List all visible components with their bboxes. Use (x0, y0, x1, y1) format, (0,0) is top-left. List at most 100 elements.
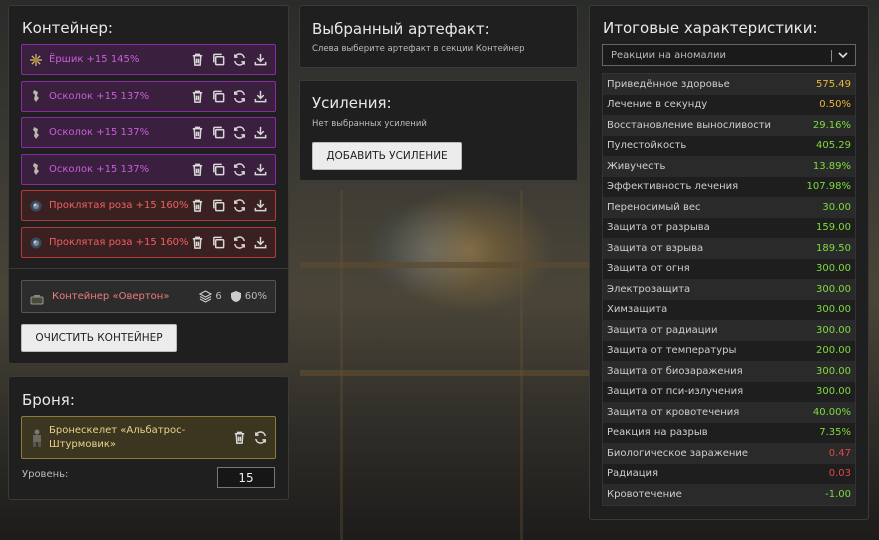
replace-icon[interactable] (253, 430, 268, 445)
divider (9, 268, 288, 269)
copy-icon[interactable] (211, 162, 226, 177)
artifact-row[interactable]: Осколок +15 137% (21, 153, 276, 185)
copy-icon[interactable] (211, 125, 226, 140)
delete-icon[interactable] (190, 198, 205, 213)
artifact-name: Осколок +15 137% (49, 163, 150, 175)
stat-label: Электрозащита (607, 283, 691, 295)
stat-row: Защита от огня 300.00 (603, 258, 855, 279)
stat-label: Защита от биозаражения (607, 365, 743, 377)
download-icon[interactable] (253, 52, 268, 67)
stat-value: 29.16% (812, 119, 851, 131)
container-item[interactable]: Контейнер «Овертон» 6 60% (21, 280, 276, 313)
selected-artifact-title: Выбранный артефакт: (312, 20, 490, 38)
stat-value: 107.98% (806, 181, 852, 193)
stat-row: Защита от пси-излучения 300.00 (603, 381, 855, 402)
replace-icon[interactable] (232, 235, 247, 250)
stat-value: 0.47 (828, 447, 851, 459)
boosts-panel: Усиления: Нет выбранных усилений ДОБАВИТ… (299, 80, 578, 181)
level-label: Уровень: (22, 469, 69, 480)
protection-value: 60% (244, 291, 267, 302)
download-icon[interactable] (253, 235, 268, 250)
stat-value: 189.50 (816, 242, 851, 254)
download-icon[interactable] (253, 89, 268, 104)
stat-label: Биологическое заражение (607, 447, 749, 459)
chevron-down-icon (836, 48, 850, 62)
stat-label: Защита от разрыва (607, 222, 710, 234)
stat-value: 300.00 (816, 386, 851, 398)
stat-row: Электрозащита 300.00 (603, 279, 855, 300)
stat-value: 30.00 (822, 201, 851, 213)
urchin-artifact-icon (29, 53, 43, 67)
stat-row: Биологическое заражение 0.47 (603, 443, 855, 464)
replace-icon[interactable] (232, 198, 247, 213)
shard-artifact-icon (29, 126, 43, 140)
slots-value: 6 (215, 291, 222, 302)
stat-label: Переносимый вес (607, 201, 701, 213)
selected-artifact-panel: Выбранный артефакт: Слева выберите артеф… (299, 5, 578, 68)
add-boost-button[interactable]: ДОБАВИТЬ УСИЛЕНИЕ (312, 142, 462, 170)
container-slots: 6 (199, 290, 222, 303)
background-shelf (300, 262, 590, 268)
level-input[interactable] (217, 467, 275, 488)
artifact-row[interactable]: Осколок +15 137% (21, 80, 276, 112)
replace-icon[interactable] (232, 125, 247, 140)
stat-value: 300.00 (816, 365, 851, 377)
stat-value: 159.00 (816, 222, 851, 234)
delete-icon[interactable] (232, 430, 247, 445)
artifact-row[interactable]: Ёршик +15 145% (21, 44, 276, 75)
container-icon (30, 291, 44, 304)
delete-icon[interactable] (190, 89, 205, 104)
stat-row: Защита от биозаражения 300.00 (603, 361, 855, 382)
stat-row: Переносимый вес 30.00 (603, 197, 855, 218)
replace-icon[interactable] (232, 89, 247, 104)
stat-label: Защита от кровотечения (607, 406, 740, 418)
boosts-title: Усиления: (312, 94, 392, 112)
delete-icon[interactable] (190, 162, 205, 177)
artifact-row[interactable]: Осколок +15 137% (21, 117, 276, 149)
stat-value: 40.00% (812, 406, 851, 418)
stats-filter-select[interactable]: Реакции на аномалии (602, 44, 856, 66)
layers-icon (199, 290, 213, 303)
stat-row: Защита от радиации 300.00 (603, 320, 855, 341)
artifact-name: Проклятая роза +15 160% (49, 200, 189, 212)
delete-icon[interactable] (190, 52, 205, 67)
stat-label: Эффективность лечения (607, 181, 739, 193)
stats-filter-value: Реакции на аномалии (611, 49, 727, 61)
copy-icon[interactable] (211, 89, 226, 104)
armor-item[interactable]: Бронескелет «Альбатрос-Штурмовик» (21, 416, 276, 459)
copy-icon[interactable] (211, 235, 226, 250)
stat-row: Восстановление выносливости 29.16% (603, 115, 855, 136)
artifact-row[interactable]: Проклятая роза +15 160% (21, 227, 276, 258)
stat-label: Лечение в секунду (607, 99, 708, 111)
stat-row: Химзащита 300.00 (603, 299, 855, 320)
background-plank (340, 190, 343, 540)
stat-label: Защита от температуры (607, 345, 737, 357)
stat-row: Защита от разрыва 159.00 (603, 217, 855, 238)
selected-artifact-hint: Слева выберите артефакт в секции Контейн… (312, 44, 525, 54)
delete-icon[interactable] (190, 235, 205, 250)
replace-icon[interactable] (232, 52, 247, 67)
download-icon[interactable] (253, 162, 268, 177)
stat-row: Приведённое здоровье 575.49 (603, 74, 855, 95)
stat-value: 200.00 (816, 345, 851, 357)
stat-row: Защита от температуры 200.00 (603, 340, 855, 361)
stat-label: Защита от огня (607, 263, 690, 275)
replace-icon[interactable] (232, 162, 247, 177)
stat-row: Эффективность лечения 107.98% (603, 176, 855, 197)
artifact-row[interactable]: Проклятая роза +15 160% (21, 190, 276, 222)
copy-icon[interactable] (211, 52, 226, 67)
stat-label: Защита от взрыва (607, 242, 704, 254)
copy-icon[interactable] (211, 198, 226, 213)
clear-container-button[interactable]: ОЧИСТИТЬ КОНТЕЙНЕР (21, 324, 177, 352)
stat-value: 300.00 (816, 283, 851, 295)
artifact-name: Осколок +15 137% (49, 127, 150, 139)
container-protection: 60% (230, 290, 267, 303)
download-icon[interactable] (253, 198, 268, 213)
download-icon[interactable] (253, 125, 268, 140)
stat-row: Пулестойкость 405.29 (603, 135, 855, 156)
container-panel: Контейнер: Ёршик +15 145% Осколок +15 137… (8, 5, 289, 364)
container-name: Контейнер «Овертон» (52, 291, 170, 302)
stat-value: -1.00 (825, 488, 851, 500)
delete-icon[interactable] (190, 125, 205, 140)
shard-artifact-icon (29, 89, 43, 103)
